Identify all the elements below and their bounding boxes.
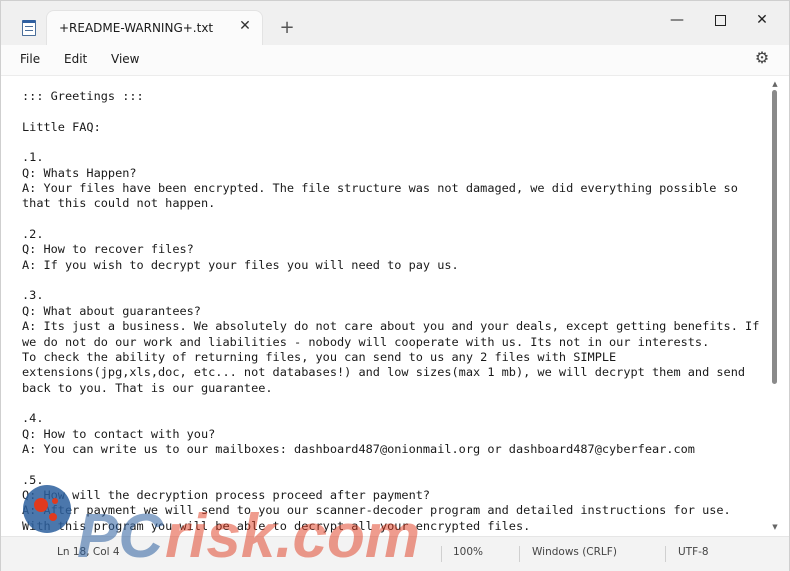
- zoom-level[interactable]: 100%: [453, 546, 483, 558]
- close-window-button[interactable]: ✕: [747, 9, 777, 31]
- text-line: .4.: [22, 411, 44, 426]
- text-line: Q: How will the decryption process proce…: [22, 487, 431, 502]
- text-line: To check the ability of returning files,…: [22, 349, 617, 364]
- text-line: [22, 212, 772, 227]
- text-line: Q: Whats Happen?: [22, 165, 137, 180]
- text-line: Q: How to contact with you?: [22, 426, 216, 441]
- text-line: .5.: [22, 472, 44, 487]
- text-line: [22, 104, 772, 119]
- scroll-up-icon[interactable]: ▲: [771, 80, 779, 88]
- text-line: Little FAQ:: [22, 119, 101, 134]
- encoding[interactable]: UTF-8: [678, 546, 709, 558]
- text-line: that this could not happen.: [22, 196, 216, 211]
- text-line: [22, 457, 772, 472]
- text-line: [22, 135, 772, 150]
- status-divider: [665, 546, 666, 562]
- document-text: ::: Greetings ::: Little FAQ:.1. Q: Whats …: [22, 89, 772, 534]
- maximize-button[interactable]: [705, 9, 735, 31]
- title-bar: +README-WARNING+.txt ✕ + — ✕: [1, 1, 789, 45]
- text-line: .1.: [22, 150, 44, 165]
- text-editor[interactable]: ::: Greetings ::: Little FAQ:.1. Q: Whats …: [1, 75, 789, 537]
- text-line: [22, 273, 772, 288]
- vertical-scrollbar[interactable]: ▲ ▼: [770, 76, 780, 537]
- notepad-app-icon: [22, 20, 36, 36]
- text-line: we do not do our work and liabilities - …: [22, 334, 710, 349]
- text-line: A: If you wish to decrypt your files you…: [22, 257, 459, 272]
- text-line: .2.: [22, 227, 44, 242]
- text-line: extensions(jpg,xls,doc, etc... not datab…: [22, 365, 746, 380]
- menu-file[interactable]: File: [20, 52, 40, 66]
- text-line: ::: Greetings :::: [22, 89, 144, 103]
- minimize-button[interactable]: —: [662, 9, 692, 31]
- menu-bar: File Edit View ⚙: [1, 45, 789, 75]
- text-line: A: After payment we will send to you our…: [22, 503, 731, 518]
- tab-title: +README-WARNING+.txt: [59, 21, 214, 35]
- status-bar: Ln 18, Col 4 100% Windows (CRLF) UTF-8: [1, 536, 789, 571]
- new-tab-button[interactable]: +: [277, 18, 297, 38]
- text-line: A: Its just a business. We absolutely do…: [22, 319, 760, 334]
- tab-readme-warning[interactable]: +README-WARNING+.txt ✕: [46, 10, 263, 45]
- maximize-icon: [714, 15, 726, 26]
- text-line: back to you. That is our guarantee.: [22, 380, 273, 395]
- scroll-down-icon[interactable]: ▼: [771, 523, 779, 531]
- text-line: A: You can write us to our mailboxes: da…: [22, 441, 695, 456]
- text-line: A: Your files have been encrypted. The f…: [22, 181, 738, 196]
- text-line: Q: What about guarantees?: [22, 303, 201, 318]
- line-ending[interactable]: Windows (CRLF): [532, 546, 617, 558]
- status-divider: [519, 546, 520, 562]
- cursor-position[interactable]: Ln 18, Col 4: [57, 546, 120, 558]
- text-line: With this program you will be able to de…: [22, 518, 531, 533]
- status-divider: [441, 546, 442, 562]
- menu-edit[interactable]: Edit: [64, 52, 87, 66]
- menu-view[interactable]: View: [111, 52, 139, 66]
- text-line: .3.: [22, 288, 44, 303]
- text-line: Q: How to recover files?: [22, 242, 194, 257]
- settings-gear-icon[interactable]: ⚙: [753, 49, 771, 67]
- notepad-window: +README-WARNING+.txt ✕ + — ✕ File Edit V…: [0, 0, 790, 571]
- text-line: [22, 396, 772, 411]
- scroll-thumb[interactable]: [772, 90, 777, 384]
- tab-close-icon[interactable]: ✕: [237, 18, 253, 34]
